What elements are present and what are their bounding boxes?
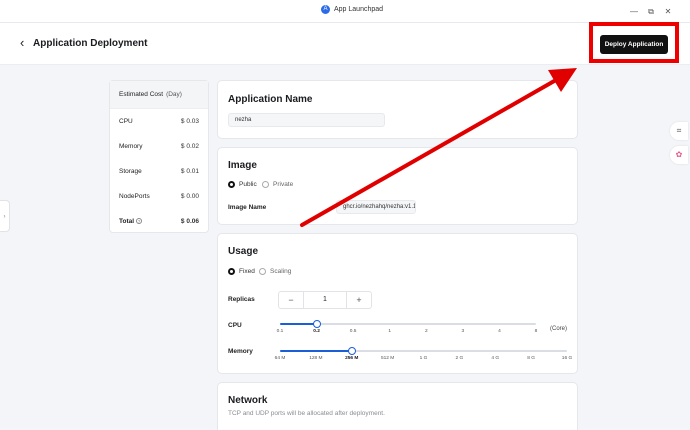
arrow-shaft [300,78,558,227]
annotation-arrow [300,68,577,227]
